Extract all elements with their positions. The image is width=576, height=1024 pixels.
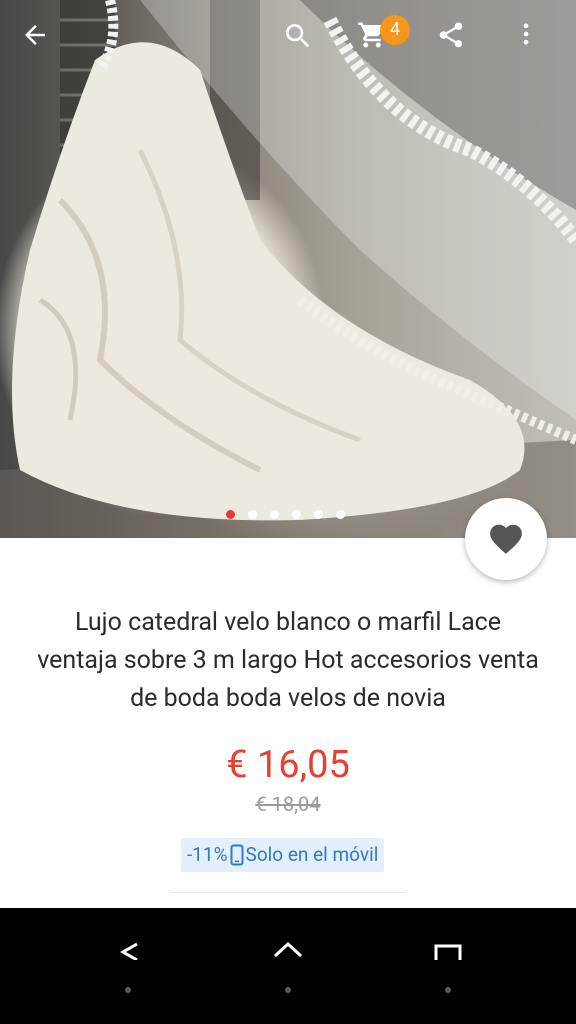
- back-button[interactable]: [20, 20, 70, 70]
- more-vertical-icon: [523, 23, 529, 45]
- heart-icon: [490, 524, 522, 554]
- nav-indicator-dot: [445, 987, 451, 993]
- nav-indicator-dot: [285, 987, 291, 993]
- gallery-dot-4[interactable]: [292, 510, 301, 519]
- gallery-pagination: [226, 510, 345, 519]
- current-price: € 16,05: [226, 743, 350, 787]
- mobile-discount-badge: -11% Solo en el móvil: [181, 838, 385, 872]
- promo-label: Solo en el móvil: [245, 843, 379, 866]
- back-arrow-icon: [25, 25, 45, 45]
- gallery-dot-2[interactable]: [248, 510, 257, 519]
- share-button[interactable]: [436, 20, 486, 70]
- nav-home-icon: [273, 941, 303, 958]
- divider: [170, 892, 406, 893]
- nav-recents-button[interactable]: [418, 930, 478, 970]
- nav-recents-icon: [434, 944, 462, 960]
- smartphone-icon: [230, 844, 244, 866]
- discount-percent: -11%: [187, 843, 228, 866]
- cart-count-badge: 4: [380, 15, 410, 45]
- gallery-dot-3[interactable]: [270, 510, 279, 519]
- share-icon: [439, 22, 463, 48]
- original-price: € 18,04: [255, 792, 321, 816]
- product-title: Lujo catedral velo blanco o marfil Lace …: [37, 608, 539, 713]
- nav-indicator-dot: [125, 987, 131, 993]
- product-image[interactable]: 4: [0, 0, 576, 538]
- more-options-button[interactable]: [512, 20, 562, 70]
- nav-back-button[interactable]: [100, 930, 160, 970]
- nav-home-button[interactable]: [258, 930, 318, 970]
- wishlist-button[interactable]: [465, 498, 547, 580]
- gallery-dot-6[interactable]: [336, 510, 345, 519]
- system-navigation-bar: [0, 908, 576, 1024]
- search-button[interactable]: [282, 20, 332, 70]
- gallery-dot-5[interactable]: [314, 510, 323, 519]
- search-icon: [285, 24, 310, 48]
- top-toolbar: 4: [0, 0, 576, 90]
- gallery-dot-1[interactable]: [226, 510, 235, 519]
- nav-back-icon: [119, 942, 138, 960]
